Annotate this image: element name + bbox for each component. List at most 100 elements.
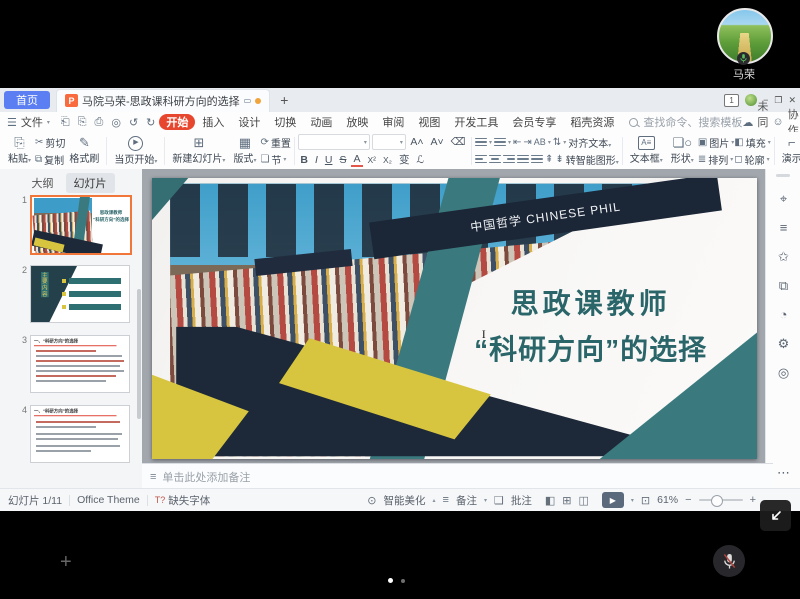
slide-thumbnail-3[interactable]: 3 一、“科研方向”的选择 [22, 335, 130, 393]
view-sorter-icon[interactable]: ⊞ [562, 494, 571, 507]
ribbon-tab-member[interactable]: 会员专享 [505, 114, 563, 130]
quick-tools-icon[interactable]: ⌖ [766, 191, 800, 207]
fit-window-icon[interactable]: ⊡ [641, 494, 650, 507]
text-direction-button[interactable]: AB [534, 137, 546, 147]
space-after-icon[interactable]: ⇟ [555, 154, 563, 165]
justify-icon[interactable] [517, 155, 529, 163]
picture-button[interactable]: ▣图片▾ [698, 135, 734, 150]
beautify-panel-icon[interactable]: ✩ [766, 249, 800, 265]
section-button[interactable]: ❏节▾ [260, 152, 290, 167]
missing-fonts-button[interactable]: 缺失字体 [168, 493, 210, 508]
arrange-button[interactable]: ≣排列▾ [698, 152, 734, 167]
slide-1-canvas[interactable]: 中国哲学 CHINESE PHIL 思政课教师 “科研方向”的选择 I [152, 178, 757, 459]
paste-button[interactable]: ⎘ 粘贴▾ [4, 134, 35, 168]
outline-tab[interactable]: 大纲 [28, 173, 58, 193]
ribbon-tab-transition[interactable]: 切换 [267, 114, 303, 130]
superscript-button[interactable]: X² [365, 155, 379, 165]
align-right-icon[interactable] [503, 155, 515, 163]
zoom-out-icon[interactable]: − [685, 494, 691, 506]
zoom-slider-knob[interactable] [711, 495, 723, 507]
ribbon-tab-design[interactable]: 设计 [231, 114, 267, 130]
history-icon[interactable]: ◔ [766, 307, 800, 322]
font-name-select[interactable]: ▾ [298, 134, 370, 150]
underline-button[interactable]: U [322, 154, 335, 166]
grow-font-button[interactable]: A˄ [408, 136, 426, 148]
dot-active[interactable] [388, 578, 393, 583]
microphone-muted-button[interactable] [713, 545, 745, 577]
decrease-indent-icon[interactable]: ⇤ [513, 137, 521, 148]
clear-format-icon[interactable]: ⌫ [448, 136, 468, 148]
print-preview-icon[interactable]: ◎ [107, 116, 125, 129]
ribbon-tab-animation[interactable]: 动画 [303, 114, 339, 130]
bullet-list-icon[interactable] [475, 138, 487, 146]
strikethrough-button[interactable]: S [337, 154, 349, 166]
slide-title[interactable]: 思政课教师 “科研方向”的选择 [430, 282, 751, 368]
ribbon-tab-devtools[interactable]: 开发工具 [447, 114, 505, 130]
notes-bar[interactable]: ≡ 单击此处添加备注 [142, 463, 773, 489]
ribbon-tab-review[interactable]: 审阅 [375, 114, 411, 130]
ribbon-tab-view[interactable]: 视图 [411, 114, 447, 130]
align-text-button[interactable]: 对齐文本▾ [568, 135, 611, 150]
status-notes-button[interactable]: 备注 [456, 493, 477, 508]
shapes-button[interactable]: ❏○ 形状▾ [667, 134, 698, 168]
dot-inactive[interactable] [401, 579, 405, 583]
space-before-icon[interactable]: ⇞ [545, 154, 553, 165]
view-read-icon[interactable]: ◫ [578, 494, 588, 507]
shrink-font-button[interactable]: A˅ [428, 136, 446, 148]
ribbon-tab-home[interactable]: 开始 [159, 114, 195, 130]
beautify-button[interactable]: 智能美化 [384, 493, 426, 508]
document-tab[interactable]: P 马院马荣-思政课科研方向的选择 ▭ [56, 89, 270, 112]
export-icon[interactable]: ⎘ [74, 116, 91, 129]
align-left-icon[interactable] [475, 155, 487, 163]
zoom-slider[interactable] [699, 499, 743, 501]
subscript-button[interactable]: X₂ [380, 155, 394, 165]
undo-icon[interactable]: ↺ [125, 116, 142, 129]
present-tools-button[interactable]: ⌐ 演示 [778, 134, 800, 168]
italic-button[interactable]: I [312, 154, 320, 166]
command-search[interactable]: 查找命令、搜索模板 [629, 114, 742, 130]
window-switch-icon[interactable]: 1 [724, 94, 739, 107]
layers-icon[interactable]: ⧉ [766, 278, 800, 294]
panel-handle[interactable] [776, 174, 790, 177]
reset-button[interactable]: ⟳重置 [260, 135, 290, 150]
navigator-icon[interactable]: ◎ [766, 365, 800, 381]
comments-button[interactable]: 批注 [511, 493, 532, 508]
ribbon-tab-slideshow[interactable]: 放映 [339, 114, 375, 130]
slide-thumbnail-1[interactable]: 1 思政课教师 “科研方向”的选择 [22, 195, 132, 255]
exit-fullscreen-button[interactable] [760, 500, 791, 531]
slide-thumbnail-2[interactable]: 2 主要内容 [22, 265, 130, 323]
increase-indent-icon[interactable]: ⇥ [523, 137, 531, 148]
outline-button[interactable]: ◻轮廓▾ [734, 152, 770, 167]
text-effects-button[interactable]: 变 [396, 152, 412, 167]
properties-icon[interactable]: ≡ [766, 220, 800, 235]
home-tab[interactable]: 首页 [4, 91, 50, 109]
font-color-button[interactable]: A [351, 153, 363, 167]
ribbon-tab-insert[interactable]: 插入 [195, 114, 231, 130]
new-document-tab-button[interactable]: + [280, 92, 288, 108]
redo-icon[interactable]: ↻ [142, 116, 159, 129]
add-slide-button[interactable]: + [60, 551, 72, 574]
zoom-level[interactable]: 61% [657, 494, 678, 506]
ribbon-tab-docer[interactable]: 稻壳资源 [563, 114, 621, 130]
copy-button[interactable]: ⧉复制 [35, 152, 65, 167]
view-normal-icon[interactable]: ◧ [545, 494, 555, 507]
save-icon[interactable]: ⎗ [57, 116, 74, 129]
cut-button[interactable]: ✂剪切 [35, 135, 65, 150]
highlighter-icon[interactable]: ℒ [414, 154, 427, 166]
theme-name[interactable]: Office Theme [77, 494, 140, 506]
numbered-list-icon[interactable] [494, 138, 506, 146]
text-box-button[interactable]: A≡ 文本框▾ [626, 134, 667, 168]
distribute-icon[interactable] [531, 155, 543, 163]
sidebar-scrollbar[interactable] [137, 289, 141, 419]
line-spacing-icon[interactable]: ⇅ [553, 137, 561, 148]
zoom-in-icon[interactable]: + [750, 494, 756, 506]
layout-button[interactable]: ▦ 版式▾ [229, 134, 260, 168]
settings-icon[interactable]: ⚙ [766, 336, 800, 352]
to-smart-graphic-button[interactable]: 转智能图形▾ [566, 152, 619, 167]
slideshow-play-button[interactable]: ▶ [602, 492, 624, 508]
slides-tab[interactable]: 幻灯片 [66, 173, 115, 193]
file-menu[interactable]: ☰ 文件▾ [0, 114, 57, 130]
print-icon[interactable]: ⎙ [91, 116, 108, 129]
bold-button[interactable]: B [298, 154, 311, 166]
play-from-current-button[interactable]: ▶ 当页开始▾ [110, 134, 161, 168]
